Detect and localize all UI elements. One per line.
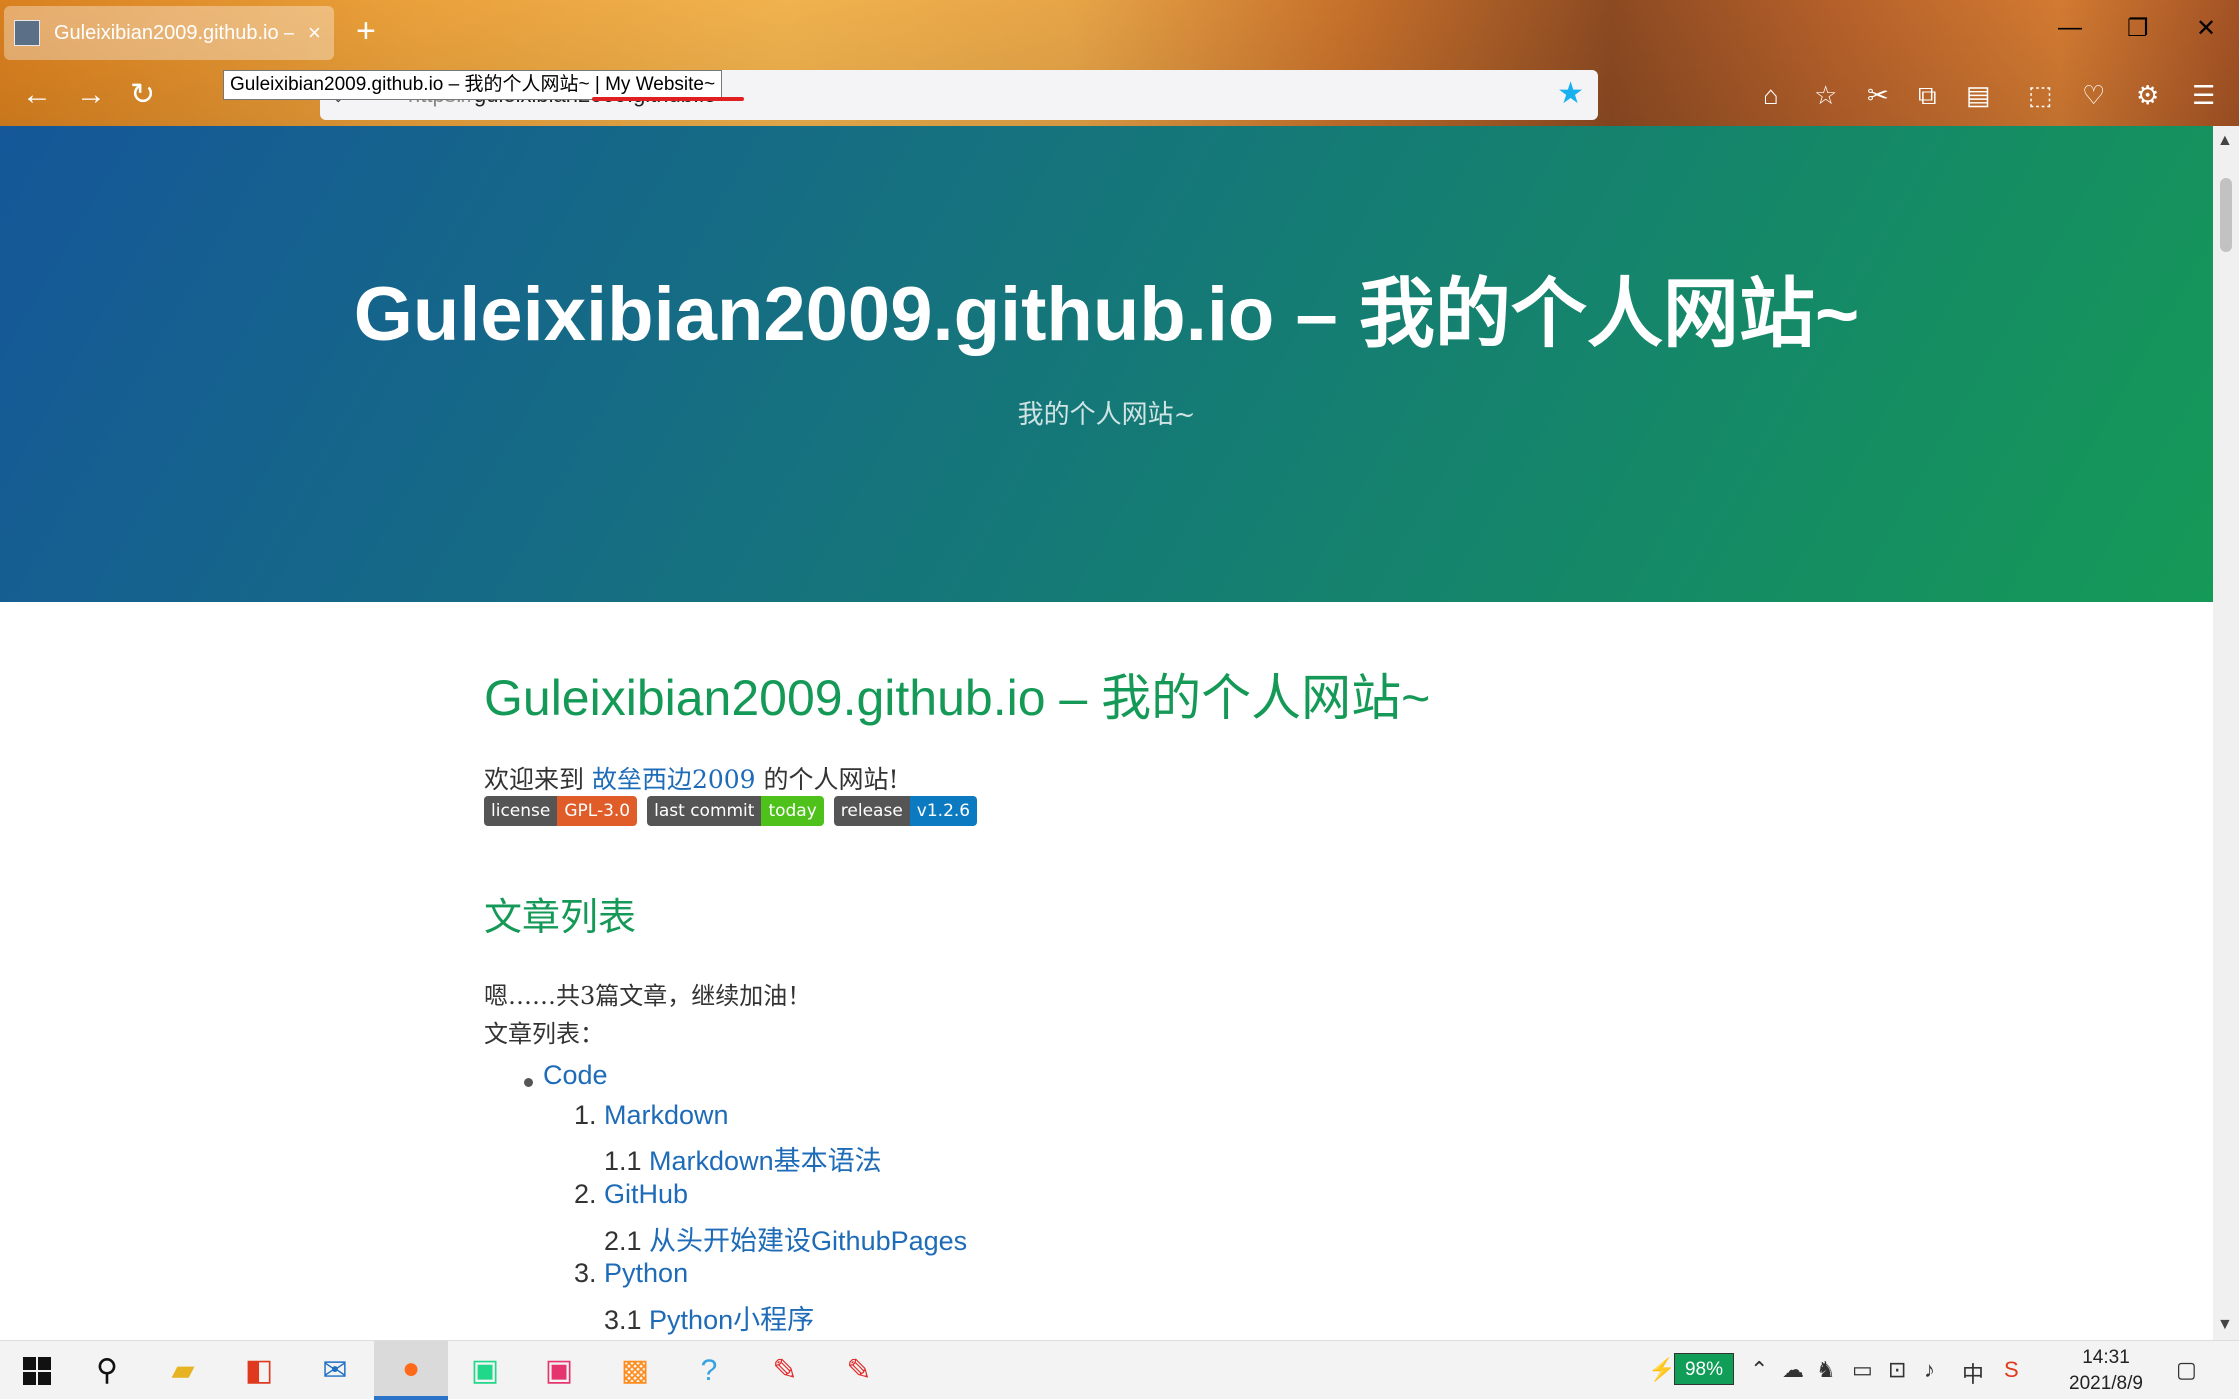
extension-icon[interactable]: ⬚ [2028,82,2053,108]
office-icon[interactable]: ◧ [222,1341,296,1400]
badge-value: today [761,796,824,826]
power-icon[interactable]: ⚡ [1648,1357,1675,1383]
item-label: 从头开始建设GithubPages [649,1226,968,1256]
browser-chrome: Guleixibian2009.github.io – × + — ❐ ✕ ← … [0,0,2239,126]
release-badge[interactable]: release v1.2.6 [833,796,978,826]
home-icon[interactable]: ⌂ [1763,82,1779,108]
volume-icon[interactable]: ♪ [1924,1357,1935,1383]
device-icon[interactable]: ▭ [1852,1357,1873,1383]
mail-icon[interactable]: ✉ [298,1341,372,1400]
network-icon[interactable]: ⊡ [1888,1357,1906,1383]
item-number: 3. [574,1258,605,1288]
page-viewport: Guleixibian2009.github.io – 我的个人网站~ 我的个人… [0,126,2213,1340]
chevron-up-icon[interactable]: ⌃ [1750,1357,1768,1383]
firefox-icon[interactable]: ● [374,1341,448,1400]
list-item[interactable]: 2.1 从头开始建设GithubPages [604,1219,967,1258]
welcome-prefix: 欢迎来到 [484,765,592,794]
study-app-icon[interactable]: ✎ [748,1341,822,1400]
badge-value: GPL-3.0 [557,796,638,826]
item-label: Markdown基本语法 [649,1146,882,1176]
qq-icon[interactable]: ♞ [1816,1357,1836,1383]
tab-close-icon[interactable]: × [308,20,321,46]
item-number: 3.1 [604,1305,650,1335]
restore-button[interactable]: ❐ [2127,14,2149,43]
tab-tooltip: Guleixibian2009.github.io – 我的个人网站~ | My… [223,70,723,100]
site-favicon-icon [14,20,40,46]
item-label: GitHub [604,1179,689,1209]
intellij-icon[interactable]: ▣ [522,1341,596,1400]
study-app-2-icon[interactable]: ✎ [822,1341,896,1400]
forward-button[interactable]: → [76,80,106,110]
badge-value: v1.2.6 [909,796,978,826]
clock-date: 2021/8/9 [2069,1373,2143,1394]
back-button[interactable]: ← [22,80,52,110]
scroll-down-icon[interactable]: ▼ [2217,1316,2233,1334]
clock-time: 14:31 [2082,1347,2130,1368]
badge-row: license GPL-3.0 last commit today releas… [484,796,987,826]
list-item[interactable]: 2. GitHub [574,1179,688,1210]
clipboard-icon[interactable]: ▤ [1966,82,1991,108]
notification-icon[interactable]: ▢ [2176,1357,2197,1383]
copy-icon[interactable]: ⧉ [1918,82,1937,108]
pocket-icon[interactable]: ♡ [2082,82,2105,108]
battery-indicator[interactable]: 98% [1674,1353,1734,1385]
section-title: 文章列表 [484,895,637,939]
cloud-icon[interactable]: ☁ [1782,1357,1804,1383]
search-icon[interactable]: ⚲ [70,1341,144,1400]
license-badge[interactable]: license GPL-3.0 [484,796,638,826]
list-item[interactable]: Code [543,1060,608,1091]
red-underline-annotation [592,97,744,101]
item-label: Python [604,1258,689,1288]
list-item[interactable]: 1.1 Markdown基本语法 [604,1139,882,1178]
sublime-text-icon[interactable]: ▩ [598,1341,672,1400]
welcome-suffix: 的个人网站! [755,765,899,794]
system-clock[interactable]: 14:31 2021/8/9 [2058,1345,2154,1397]
sogou-icon[interactable]: S [2004,1357,2019,1383]
item-label: Code [543,1060,608,1090]
menu-icon[interactable]: ☰ [2192,82,2215,108]
page-heading: Guleixibian2009.github.io – 我的个人网站~ [484,670,1431,726]
page-header: Guleixibian2009.github.io – 我的个人网站~ 我的个人… [0,126,2213,602]
close-window-button[interactable]: ✕ [2196,14,2216,43]
badge-key: last commit [647,796,762,826]
author-link[interactable]: 故垒西边2009 [592,765,756,794]
star-outline-icon[interactable]: ☆ [1814,82,1837,108]
last-commit-badge[interactable]: last commit today [647,796,824,826]
reload-button[interactable]: ↻ [130,80,155,110]
item-number: 1.1 [604,1146,650,1176]
help-app-icon[interactable]: ? [672,1341,746,1400]
item-number: 2. [574,1179,605,1209]
project-tagline: 我的个人网站~ [1017,400,1196,430]
scissors-icon[interactable]: ✂ [1867,82,1889,108]
scrollbar-thumb[interactable] [2220,178,2232,252]
item-number: 2.1 [604,1226,650,1256]
list-item[interactable]: 3. Python [574,1258,688,1289]
list-bullet [524,1078,533,1087]
item-label: Python小程序 [649,1305,815,1335]
gear-icon[interactable]: ⚙ [2136,82,2159,108]
file-explorer-icon[interactable]: ▰ [146,1341,220,1400]
item-number: 1. [574,1100,605,1130]
vertical-scrollbar[interactable]: ▲ ▼ [2213,126,2239,1340]
scroll-up-icon[interactable]: ▲ [2217,132,2233,150]
project-name: Guleixibian2009.github.io – 我的个人网站~ [353,272,1860,357]
tab-title: Guleixibian2009.github.io – [54,21,294,44]
taskbar: ⚲ ▰ ◧ ✉ ● ▣ ▣ ▩ ? ✎ ✎ ⚡ 98% ⌃ ☁ ♞ ▭ ⊡ ♪ … [0,1340,2239,1400]
badge-key: release [833,796,910,826]
input-method-icon[interactable]: 中 [1962,1357,1984,1389]
new-tab-button[interactable]: + [356,14,376,48]
list-item[interactable]: 3.1 Python小程序 [604,1298,814,1337]
browser-tab[interactable]: Guleixibian2009.github.io – × [4,6,334,60]
article-count-text: 嗯……共3篇文章，继续加油！ [484,982,812,1010]
article-list-label: 文章列表： [484,1020,604,1048]
item-label: Markdown [604,1100,729,1130]
bookmark-star-icon[interactable]: ★ [1557,76,1584,111]
list-item[interactable]: 1. Markdown [574,1100,729,1131]
start-button[interactable] [0,1341,74,1400]
minimize-button[interactable]: — [2058,14,2082,42]
welcome-text: 欢迎来到 故垒西边2009 的个人网站! [484,760,899,796]
windows-logo-icon [23,1356,51,1385]
pycharm-icon[interactable]: ▣ [448,1341,522,1400]
badge-key: license [484,796,558,826]
